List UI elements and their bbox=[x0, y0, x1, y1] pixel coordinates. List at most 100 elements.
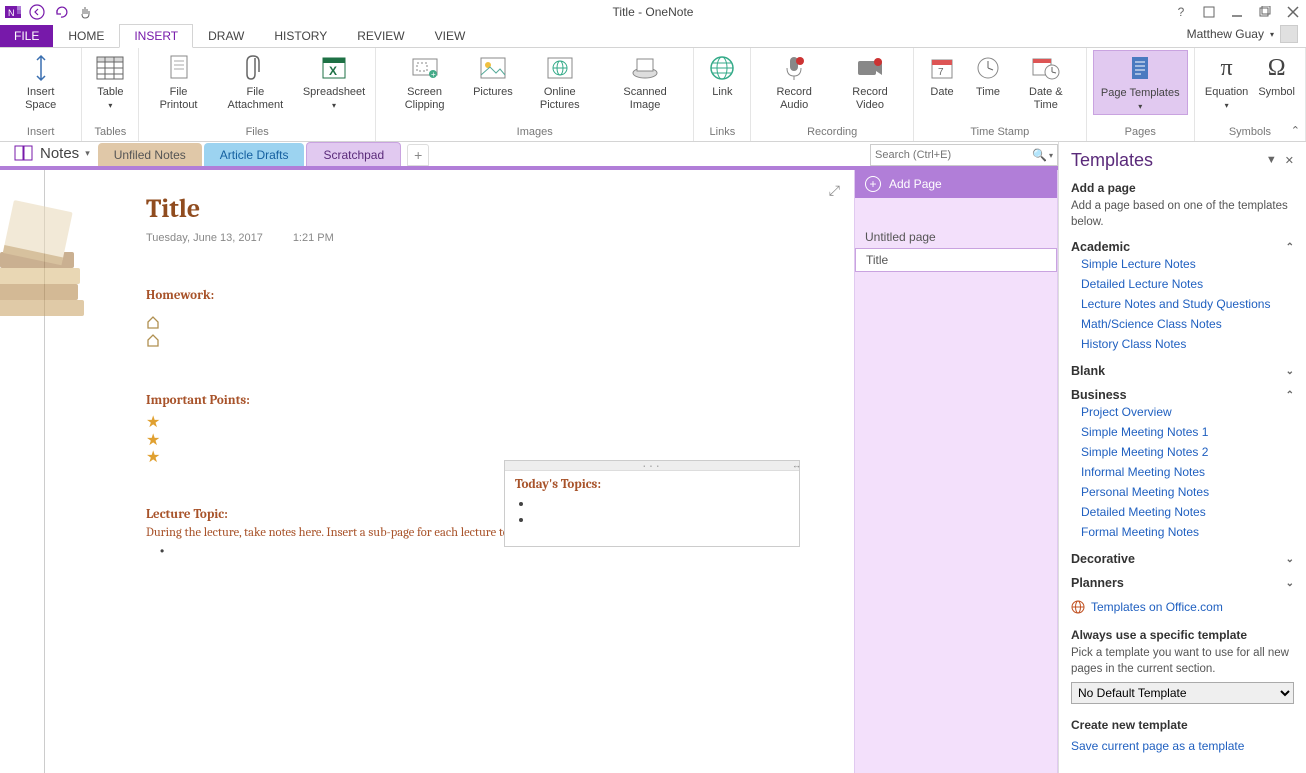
template-link[interactable]: Simple Lecture Notes bbox=[1071, 254, 1294, 274]
house-tag-icon[interactable] bbox=[146, 333, 160, 347]
collapse-ribbon-button[interactable]: ⌃ bbox=[1291, 124, 1300, 137]
page-title[interactable]: Title bbox=[146, 194, 834, 224]
insert-space-button[interactable]: Insert Space bbox=[6, 50, 75, 113]
page-date[interactable]: Tuesday, June 13, 2017 bbox=[146, 232, 263, 244]
template-category[interactable]: Planners⌄ bbox=[1071, 576, 1294, 590]
file-attachment-button[interactable]: File Attachment bbox=[214, 50, 297, 113]
template-link[interactable]: Lecture Notes and Study Questions bbox=[1071, 294, 1294, 314]
page-list-item[interactable]: Title bbox=[855, 248, 1057, 272]
page-templates-button[interactable]: Page Templates ▾ bbox=[1093, 50, 1188, 115]
scanned-image-button[interactable]: Scanned Image bbox=[603, 50, 688, 113]
bullet-item[interactable] bbox=[533, 496, 789, 512]
template-link[interactable]: Personal Meeting Notes bbox=[1071, 482, 1294, 502]
important-heading[interactable]: Important Points: bbox=[146, 393, 834, 408]
datetime-button[interactable]: Date & Time bbox=[1012, 50, 1080, 113]
table-button[interactable]: Table▾ bbox=[88, 50, 132, 113]
homework-heading[interactable]: Homework: bbox=[146, 288, 834, 303]
template-link[interactable]: Formal Meeting Notes bbox=[1071, 522, 1294, 542]
close-button[interactable] bbox=[1286, 5, 1300, 19]
mic-icon bbox=[778, 52, 810, 84]
add-section-button[interactable]: + bbox=[407, 144, 429, 166]
office-templates-link[interactable]: Templates on Office.com bbox=[1071, 600, 1294, 614]
fullscreen-button[interactable] bbox=[1202, 5, 1216, 19]
add-page-button[interactable]: + Add Page bbox=[855, 170, 1057, 198]
user-menu[interactable]: Matthew Guay ▾ bbox=[1179, 21, 1306, 47]
chevron-icon: ⌄ bbox=[1286, 554, 1294, 565]
symbol-button[interactable]: ΩSymbol bbox=[1254, 50, 1299, 101]
file-tab[interactable]: FILE bbox=[0, 25, 53, 47]
container-drag-handle[interactable]: ↔ bbox=[505, 461, 799, 471]
time-button[interactable]: Time bbox=[966, 50, 1010, 101]
equation-button[interactable]: πEquation▾ bbox=[1201, 50, 1252, 113]
pictures-button[interactable]: Pictures bbox=[469, 50, 517, 101]
close-pane-button[interactable]: ✕ bbox=[1285, 154, 1294, 167]
onenote-icon: N bbox=[4, 3, 22, 21]
screen-clipping-button[interactable]: +Screen Clipping bbox=[382, 50, 467, 113]
template-link[interactable]: Simple Meeting Notes 2 bbox=[1071, 442, 1294, 462]
star-tag-icon[interactable]: ★ bbox=[146, 414, 834, 432]
star-tag-icon[interactable]: ★ bbox=[146, 432, 834, 450]
search-box[interactable]: 🔍▾ bbox=[870, 144, 1058, 166]
topics-heading[interactable]: Today's Topics: bbox=[515, 477, 789, 492]
tab-review[interactable]: REVIEW bbox=[342, 24, 419, 47]
minimize-button[interactable] bbox=[1230, 5, 1244, 19]
search-input[interactable] bbox=[875, 149, 1032, 161]
page-list-item[interactable]: Untitled page bbox=[855, 226, 1057, 248]
template-link[interactable]: Project Overview bbox=[1071, 402, 1294, 422]
spreadsheet-button[interactable]: XSpreadsheet▾ bbox=[299, 50, 369, 113]
link-button[interactable]: Link bbox=[700, 50, 744, 101]
record-audio-button[interactable]: Record Audio bbox=[757, 50, 831, 113]
section-tab-scratchpad[interactable]: Scratchpad bbox=[306, 142, 401, 166]
resize-handle[interactable]: ↔ bbox=[792, 460, 801, 470]
page-canvas[interactable]: ⤢ Title Tuesday, June 13, 2017 1:21 PM H… bbox=[0, 170, 854, 773]
record-video-button[interactable]: Record Video bbox=[833, 50, 907, 113]
save-template-link[interactable]: Save current page as a template bbox=[1071, 736, 1294, 756]
chevron-icon: ⌃ bbox=[1286, 242, 1294, 253]
template-link[interactable]: Detailed Meeting Notes bbox=[1071, 502, 1294, 522]
date-button[interactable]: 7Date bbox=[920, 50, 964, 101]
ribbon-tabs: FILE HOME INSERT DRAW HISTORY REVIEW VIE… bbox=[0, 24, 1306, 48]
search-icon[interactable]: 🔍 bbox=[1032, 148, 1047, 162]
chevron-down-icon[interactable]: ▾ bbox=[1049, 151, 1053, 160]
tab-home[interactable]: HOME bbox=[53, 24, 119, 47]
bullet-item[interactable] bbox=[533, 512, 789, 528]
globe-icon bbox=[1071, 600, 1085, 614]
tab-insert[interactable]: INSERT bbox=[119, 24, 193, 48]
template-link[interactable]: Detailed Lecture Notes bbox=[1071, 274, 1294, 294]
insert-space-icon bbox=[25, 52, 57, 84]
template-category[interactable]: Blank⌄ bbox=[1071, 364, 1294, 378]
topics-container[interactable]: ↔ Today's Topics: bbox=[504, 460, 800, 547]
online-pictures-button[interactable]: Online Pictures bbox=[519, 50, 601, 113]
house-tag-icon[interactable] bbox=[146, 315, 160, 329]
pane-menu-button[interactable]: ▼ bbox=[1266, 154, 1277, 167]
window-title: Title - OneNote bbox=[613, 5, 694, 19]
tab-view[interactable]: VIEW bbox=[420, 24, 481, 47]
template-category[interactable]: Academic⌃ bbox=[1071, 240, 1294, 254]
ribbon: Insert Space Insert Table▾ Tables File P… bbox=[0, 48, 1306, 142]
section-tab-drafts[interactable]: Article Drafts bbox=[204, 143, 305, 166]
tab-draw[interactable]: DRAW bbox=[193, 24, 259, 47]
template-category[interactable]: Business⌃ bbox=[1071, 388, 1294, 402]
template-link[interactable]: Simple Meeting Notes 1 bbox=[1071, 422, 1294, 442]
undo-button[interactable] bbox=[52, 3, 70, 21]
maximize-button[interactable] bbox=[1258, 5, 1272, 19]
default-template-select[interactable]: No Default Template bbox=[1071, 682, 1294, 704]
page-time[interactable]: 1:21 PM bbox=[293, 232, 334, 244]
templates-pane: Templates ▼ ✕ Add a page Add a page base… bbox=[1058, 142, 1306, 773]
template-link[interactable]: Math/Science Class Notes bbox=[1071, 314, 1294, 334]
back-button[interactable] bbox=[28, 3, 46, 21]
touch-mode-button[interactable] bbox=[76, 3, 94, 21]
spreadsheet-icon: X bbox=[318, 52, 350, 84]
chevron-icon: ⌄ bbox=[1286, 578, 1294, 589]
help-button[interactable]: ? bbox=[1174, 5, 1188, 19]
notebook-selector[interactable]: Notes ▾ bbox=[6, 140, 98, 166]
template-link[interactable]: Informal Meeting Notes bbox=[1071, 462, 1294, 482]
file-printout-button[interactable]: File Printout bbox=[145, 50, 211, 113]
always-use-hint: Pick a template you want to use for all … bbox=[1071, 646, 1294, 677]
chevron-icon: ⌄ bbox=[1286, 366, 1294, 377]
section-tab-unfiled[interactable]: Unfiled Notes bbox=[98, 143, 202, 166]
create-template-heading: Create new template bbox=[1071, 718, 1294, 732]
template-link[interactable]: History Class Notes bbox=[1071, 334, 1294, 354]
tab-history[interactable]: HISTORY bbox=[259, 24, 342, 47]
template-category[interactable]: Decorative⌄ bbox=[1071, 552, 1294, 566]
